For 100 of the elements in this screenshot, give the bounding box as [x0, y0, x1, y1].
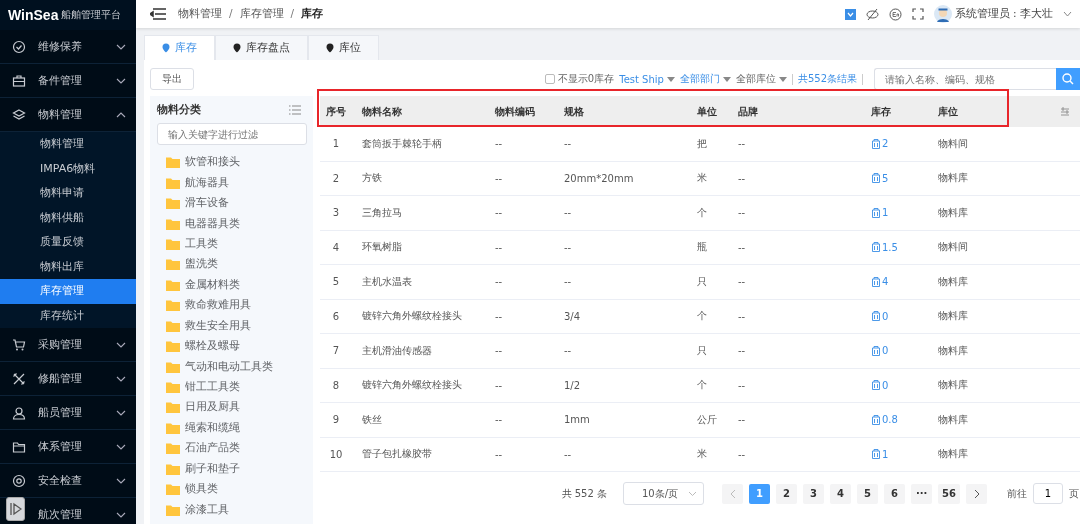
filter-dropdown[interactable]: 全部部门: [679, 72, 731, 86]
table-cell-text: --: [737, 241, 747, 253]
submenu-item[interactable]: 物料出库: [0, 254, 136, 279]
table-cell-text: 个: [696, 378, 708, 393]
submenu-item[interactable]: IMPA6物料: [0, 156, 136, 181]
menu-item[interactable]: 维修保养: [0, 30, 136, 64]
stock-link[interactable]: 1: [882, 207, 889, 219]
stock-link[interactable]: 0: [882, 345, 889, 357]
table-cell-text: --: [737, 207, 747, 219]
page-number-field[interactable]: 1: [1033, 483, 1063, 504]
fullscreen-icon[interactable]: [911, 8, 924, 20]
bin-icon[interactable]: [871, 241, 881, 254]
table-cell-text: --: [737, 414, 747, 426]
page-button[interactable]: 6: [884, 483, 906, 504]
settings-icon[interactable]: [1060, 107, 1070, 116]
stock-link[interactable]: 0: [882, 379, 889, 391]
page-size-select[interactable]: 10条/页: [623, 482, 705, 505]
tree-item[interactable]: 软管和接头: [185, 155, 240, 170]
tree-item[interactable]: 刷子和垫子: [185, 461, 240, 476]
bin-icon[interactable]: [871, 344, 881, 357]
page-button[interactable]: 4: [830, 483, 852, 504]
submenu-item[interactable]: 物料管理: [0, 132, 136, 157]
breadcrumb-item[interactable]: 库存管理: [239, 7, 284, 21]
tab[interactable]: 库存: [144, 35, 215, 60]
bin-icon[interactable]: [871, 310, 881, 323]
bin-icon[interactable]: [871, 206, 881, 219]
column-header: 物料编码: [494, 104, 536, 119]
tree-item[interactable]: 日用及厨具: [185, 400, 240, 415]
stock-link[interactable]: 1.5: [882, 241, 898, 253]
submenu-item[interactable]: 库存统计: [0, 303, 136, 328]
bin-icon[interactable]: [871, 379, 881, 392]
column-header: 库位: [937, 104, 959, 119]
result-count[interactable]: 共552条结果: [797, 72, 857, 86]
menu-item[interactable]: 物料管理: [0, 98, 136, 132]
checkbox[interactable]: [544, 74, 555, 84]
submenu-item[interactable]: 物料申请: [0, 181, 136, 206]
tab[interactable]: 库位: [308, 35, 379, 60]
export-button[interactable]: 导出: [150, 68, 194, 90]
bin-icon[interactable]: [871, 275, 881, 288]
list-icon[interactable]: [289, 105, 301, 115]
bin-icon[interactable]: [871, 448, 881, 461]
menu-item[interactable]: 体系管理: [0, 430, 136, 464]
tree-item[interactable]: 滑车设备: [185, 196, 229, 211]
column-header: 品牌: [737, 104, 759, 119]
page-button[interactable]: ···: [911, 483, 933, 504]
stock-link[interactable]: 0.8: [882, 414, 898, 426]
search-field[interactable]: 请输入名称、编码、规格: [874, 68, 1056, 90]
stock-link[interactable]: 2: [882, 138, 889, 150]
user-name[interactable]: 系统管理员 : 李大壮: [954, 7, 1053, 21]
tree-item[interactable]: 涂漆工具: [185, 502, 229, 517]
collapse-button[interactable]: [6, 497, 25, 521]
language-icon[interactable]: [888, 7, 902, 21]
search-button[interactable]: [1056, 68, 1080, 90]
caret-icon[interactable]: [1063, 11, 1072, 17]
tree-item[interactable]: 金属材料类: [185, 277, 240, 292]
avatar-icon[interactable]: [933, 5, 952, 23]
tab[interactable]: 库存盘点: [215, 35, 308, 60]
filter-dropdown[interactable]: 全部库位: [735, 72, 787, 86]
tree-item[interactable]: 救命救难用具: [185, 298, 251, 313]
filter-dropdown[interactable]: Test Ship: [619, 73, 675, 85]
breadcrumb-separator: /: [229, 7, 233, 21]
dropdown-square-icon[interactable]: [844, 8, 856, 20]
tree-item[interactable]: 救生安全用具: [185, 318, 251, 333]
eye-slash-icon[interactable]: [865, 7, 879, 21]
menu-item[interactable]: 安全检查: [0, 464, 136, 498]
tree-item[interactable]: 气动和电动工具类: [185, 359, 273, 374]
tree-item[interactable]: 绳索和缆绳: [185, 420, 240, 435]
stock-link[interactable]: 4: [882, 276, 889, 288]
tree-item[interactable]: 锁具类: [185, 482, 218, 497]
page-button[interactable]: 3: [803, 483, 825, 504]
submenu-item[interactable]: 库存管理: [0, 279, 136, 304]
submenu-item[interactable]: 质量反馈: [0, 230, 136, 255]
page-button[interactable]: 2: [776, 483, 798, 504]
menu-item[interactable]: 备件管理: [0, 64, 136, 98]
submenu-item[interactable]: 物料供船: [0, 205, 136, 230]
bin-icon[interactable]: [871, 137, 881, 150]
tree-item[interactable]: 工具类: [185, 236, 218, 251]
tree-item[interactable]: 螺栓及螺母: [185, 339, 240, 354]
breadcrumb-item[interactable]: 物料管理: [178, 7, 222, 21]
bin-icon[interactable]: [871, 172, 881, 185]
stock-link[interactable]: 5: [882, 172, 889, 184]
tree-item[interactable]: 钳工工具类: [185, 380, 240, 395]
page-button[interactable]: 5: [857, 483, 879, 504]
table-cell-text: 物料间: [937, 240, 969, 255]
tree-item[interactable]: 航海器具: [185, 175, 229, 190]
tree-item[interactable]: 石油产品类: [185, 441, 240, 456]
menu-item[interactable]: 修船管理: [0, 362, 136, 396]
menu-item[interactable]: 采购管理: [0, 328, 136, 362]
page-button[interactable]: 56: [938, 483, 960, 504]
pin-icon: [233, 43, 241, 53]
tree-item[interactable]: 盥洗类: [185, 257, 218, 272]
stock-link[interactable]: 1: [882, 448, 889, 460]
table-cell-text: 米: [696, 171, 708, 186]
tree-item[interactable]: 电器器具类: [185, 216, 240, 231]
bin-icon[interactable]: [871, 413, 881, 426]
menu-icon[interactable]: [150, 8, 166, 20]
filter-field[interactable]: 输入关键字进行过滤: [157, 123, 307, 145]
menu-item[interactable]: 船员管理: [0, 396, 136, 430]
table-cell-text: 物料库: [937, 309, 969, 324]
stock-link[interactable]: 0: [882, 310, 889, 322]
